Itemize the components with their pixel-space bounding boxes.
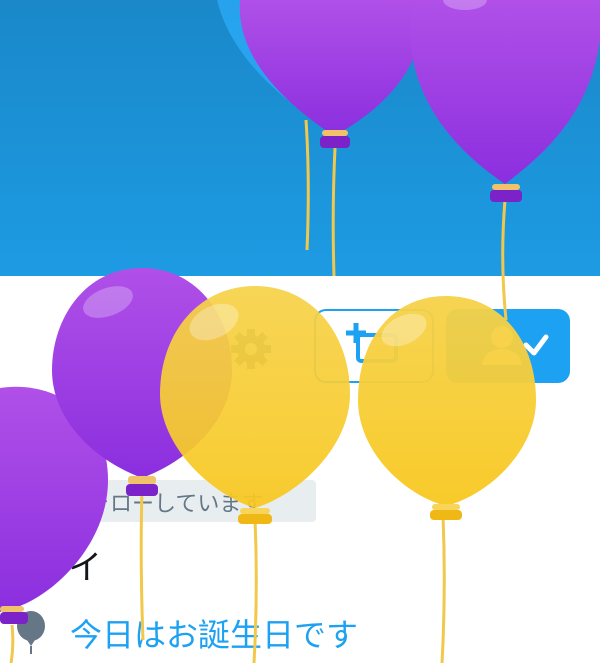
follows-you-label: なたをフォローしています xyxy=(0,492,264,517)
profile-handle: モライ xyxy=(0,548,102,588)
profile-header-banner xyxy=(0,0,600,276)
following-button[interactable] xyxy=(446,309,570,383)
add-to-list-button[interactable] xyxy=(314,309,434,383)
balloon-icon xyxy=(17,611,45,654)
search-icon[interactable] xyxy=(420,36,480,96)
profile-name: クホゥ xyxy=(0,432,102,472)
settings-button[interactable] xyxy=(226,318,276,380)
compose-icon[interactable] xyxy=(516,34,574,92)
gear-icon xyxy=(231,329,271,369)
birthday-label: 今日はお誕生日です xyxy=(70,616,359,654)
add-to-list-icon xyxy=(346,323,398,363)
user-check-icon xyxy=(482,326,549,365)
